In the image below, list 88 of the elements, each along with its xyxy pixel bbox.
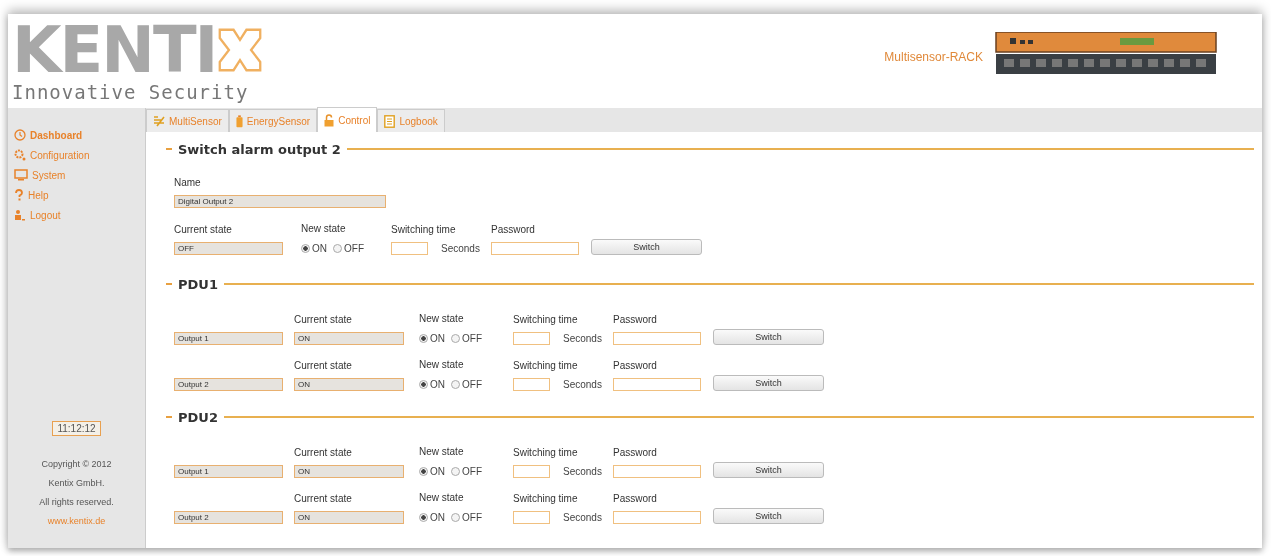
time-field[interactable] <box>513 378 550 391</box>
copyright-text: All rights reserved. <box>39 496 114 509</box>
radio-button[interactable] <box>301 243 310 253</box>
field-label: Name <box>174 176 202 190</box>
field-label: New state <box>301 222 347 236</box>
current-state-field[interactable]: ON <box>294 465 404 478</box>
section-title: PDU2 <box>178 409 218 425</box>
field-label: Current state <box>294 359 353 373</box>
product-name: Multisensor-RACK <box>884 49 983 64</box>
field-label: Current state <box>294 492 353 506</box>
password-field[interactable] <box>613 378 701 391</box>
switch-button[interactable]: Switch <box>713 375 824 391</box>
unit-label: Seconds <box>563 379 602 390</box>
time-field[interactable] <box>391 242 428 255</box>
radio-option[interactable]: ON <box>301 242 327 254</box>
field-label: Switching time <box>513 492 579 506</box>
radio-option[interactable]: OFF <box>333 242 364 254</box>
radio-option[interactable]: ON <box>419 332 445 344</box>
field-label: Password <box>613 359 658 373</box>
field-label: Switching time <box>513 446 579 460</box>
radio-button[interactable] <box>419 512 428 522</box>
field-label: Password <box>613 446 658 460</box>
field-label: Current state <box>294 313 353 327</box>
output-name-field[interactable]: Output 1 <box>174 332 283 345</box>
radio-button[interactable] <box>419 379 428 389</box>
password-field[interactable] <box>613 511 701 524</box>
unit-label: Seconds <box>563 512 602 523</box>
time-field[interactable] <box>513 465 550 478</box>
field-label: Switching time <box>513 313 579 327</box>
output-name-field[interactable]: Output 2 <box>174 378 283 391</box>
clock-icon <box>14 129 26 141</box>
field-label: New state <box>419 491 465 505</box>
time-display: 11:12:12 <box>52 421 101 436</box>
current-state-field[interactable]: ON <box>294 378 404 391</box>
password-field[interactable] <box>613 332 701 345</box>
radio-button[interactable] <box>451 333 460 343</box>
field-label: Password <box>613 313 658 327</box>
field-label: Switching time <box>391 223 457 237</box>
unit-label: Seconds <box>563 466 602 477</box>
padlock-icon <box>324 113 335 127</box>
help-icon <box>14 189 24 201</box>
radio-button[interactable] <box>451 466 460 476</box>
switch-button[interactable]: Switch <box>591 239 702 255</box>
field-label: Current state <box>174 223 233 237</box>
output-name-field[interactable]: Output 1 <box>174 465 283 478</box>
switch-button[interactable]: Switch <box>713 462 824 478</box>
unit-label: Seconds <box>441 243 480 254</box>
radio-option[interactable]: OFF <box>451 378 482 390</box>
logo-tagline: Innovative Security <box>12 81 250 103</box>
radio-option[interactable]: ON <box>419 378 445 390</box>
radio-button[interactable] <box>451 379 460 389</box>
name-field[interactable]: Digital Output 2 <box>174 195 386 208</box>
radio-option[interactable]: ON <box>419 511 445 523</box>
radio-button[interactable] <box>419 333 428 343</box>
field-label: Switching time <box>513 359 579 373</box>
radio-option[interactable]: OFF <box>451 511 482 523</box>
unit-label: Seconds <box>563 333 602 344</box>
radio-button[interactable] <box>451 512 460 522</box>
radio-option[interactable]: OFF <box>451 465 482 477</box>
monitor-icon <box>14 169 28 181</box>
current-state-field[interactable]: ON <box>294 332 404 345</box>
field-label: Password <box>491 223 536 237</box>
switch-button[interactable]: Switch <box>713 508 824 524</box>
section-title: Switch alarm output 2 <box>178 141 341 157</box>
current-state-field[interactable]: OFF <box>174 242 283 255</box>
copyright-text: Copyright © 2012 <box>41 458 112 471</box>
section-title: PDU1 <box>178 276 218 292</box>
password-field[interactable] <box>613 465 701 478</box>
field-label: New state <box>419 312 465 326</box>
field-label: Current state <box>294 446 353 460</box>
copyright-text: Kentix GmbH. <box>48 477 105 490</box>
field-label: New state <box>419 358 465 372</box>
switch-button[interactable]: Switch <box>713 329 824 345</box>
field-label: Password <box>613 492 658 506</box>
radio-option[interactable]: OFF <box>451 332 482 344</box>
output-name-field[interactable]: Output 2 <box>174 511 283 524</box>
radio-option[interactable]: ON <box>419 465 445 477</box>
current-state-field[interactable]: ON <box>294 511 404 524</box>
field-label: New state <box>419 445 465 459</box>
radio-button[interactable] <box>419 466 428 476</box>
time-field[interactable] <box>513 332 550 345</box>
document-icon <box>384 114 396 128</box>
person-icon <box>14 209 26 221</box>
logo-wordmark: KENTI <box>12 18 217 82</box>
time-field[interactable] <box>513 511 550 524</box>
password-field[interactable] <box>491 242 579 255</box>
radio-button[interactable] <box>333 243 342 253</box>
battery-icon <box>235 114 243 128</box>
